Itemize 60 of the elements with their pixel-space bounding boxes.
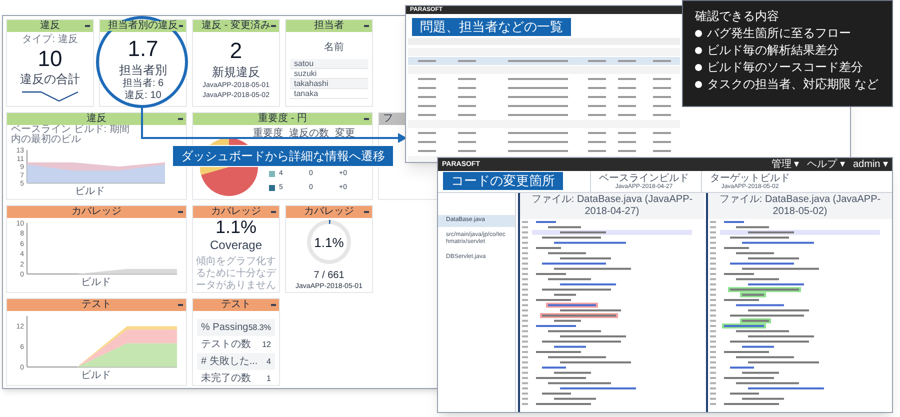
list-row[interactable]: tanaka [290,89,368,99]
x-axis-label: ビルド [75,187,105,197]
callout-label: 問題、担当者などの一覧 [412,18,571,36]
metric-value: 10 [38,44,62,72]
table-cell: 4 [266,356,271,368]
menu-item[interactable]: ヘルプ ▾ [807,160,845,170]
metric-value: 1.1% [215,218,257,236]
column-header: 重要度 [253,126,283,141]
metric-label: 新規違反 [212,64,260,80]
file-header: ファイル: DataBase.java (JavaAPP-2018-04-27) [520,193,704,219]
coverage-count: 7 / 661 [314,270,344,283]
metric-label: Coverage [210,238,262,253]
list-row[interactable]: takahashi [290,79,368,89]
widget-title: 担当者別の違反 [107,21,179,31]
metric-note: 担当者: 6 [122,78,164,90]
metric-value: 1.7 [128,35,158,63]
widget-title: カバレッジ [70,207,122,217]
widget-title: カバレッジ [303,207,355,217]
callout-label: コードの変更箇所 [443,172,563,190]
list-row[interactable]: satou [290,59,368,69]
x-axis-label: ビルド [81,371,111,381]
menu-item[interactable]: admin ▾ [852,160,888,170]
bullet-icon [695,30,702,37]
metric-label: 担当者別 [119,62,167,78]
column-header: 名前 [323,41,345,55]
bullet-text: ビルド毎の解析結果差分 [707,43,839,58]
x-axis-label: ビルド [81,278,111,288]
menu-item[interactable]: 管理 ▾ [771,160,800,170]
widget-title: 違反 [39,21,61,31]
widget-title: テスト [80,300,112,310]
table-cell-text: % Passing [201,321,248,335]
widget-title: フ [382,114,394,124]
widget-title: カバレッジ [210,207,262,217]
no-data-message: 傾向をグラフ化するために十分なデータがありません [195,256,277,292]
list-row[interactable]: suzuki [290,69,368,79]
bullet-text: タスクの担当者、対応期限 など [707,77,878,92]
metric-note: 違反: 10 [124,90,162,103]
metric-label: 違反の合計 [20,72,80,88]
bullet-text: ビルド毎のソースコード差分 [707,60,863,75]
bullet-icon [695,81,702,88]
file-header: ファイル: DataBase.java (JavaAPP-2018-05-02) [708,193,892,219]
table-cell-text: テストの数 [201,338,251,352]
table-cell: 1 [266,372,271,384]
bullet-icon [695,64,702,71]
widget-title: 違反 [86,114,108,124]
callout-label: ダッシュボードから詳細な情報へ遷移 [172,145,394,167]
table-cell-text: 未完了の数 [201,372,251,385]
bullet-icon [695,47,702,54]
column-header: 違反の数 [289,126,329,141]
metric-value: 2 [230,37,242,64]
column-header: 変更 [335,126,355,141]
table-cell: 58.3% [248,322,271,334]
widget-subtitle: タイプ: 違反 [22,34,78,45]
widget-title: 担当者 [313,21,345,31]
table-cell: 12 [262,338,271,350]
widget-title: テスト [220,300,252,310]
bullet-text: バグ発生箇所に至るフロー [707,26,851,41]
table-cell-text: # 失敗した... [201,354,258,369]
ring-value: 1.1% [313,234,345,252]
info-title: 確認できる内容 [695,9,780,24]
